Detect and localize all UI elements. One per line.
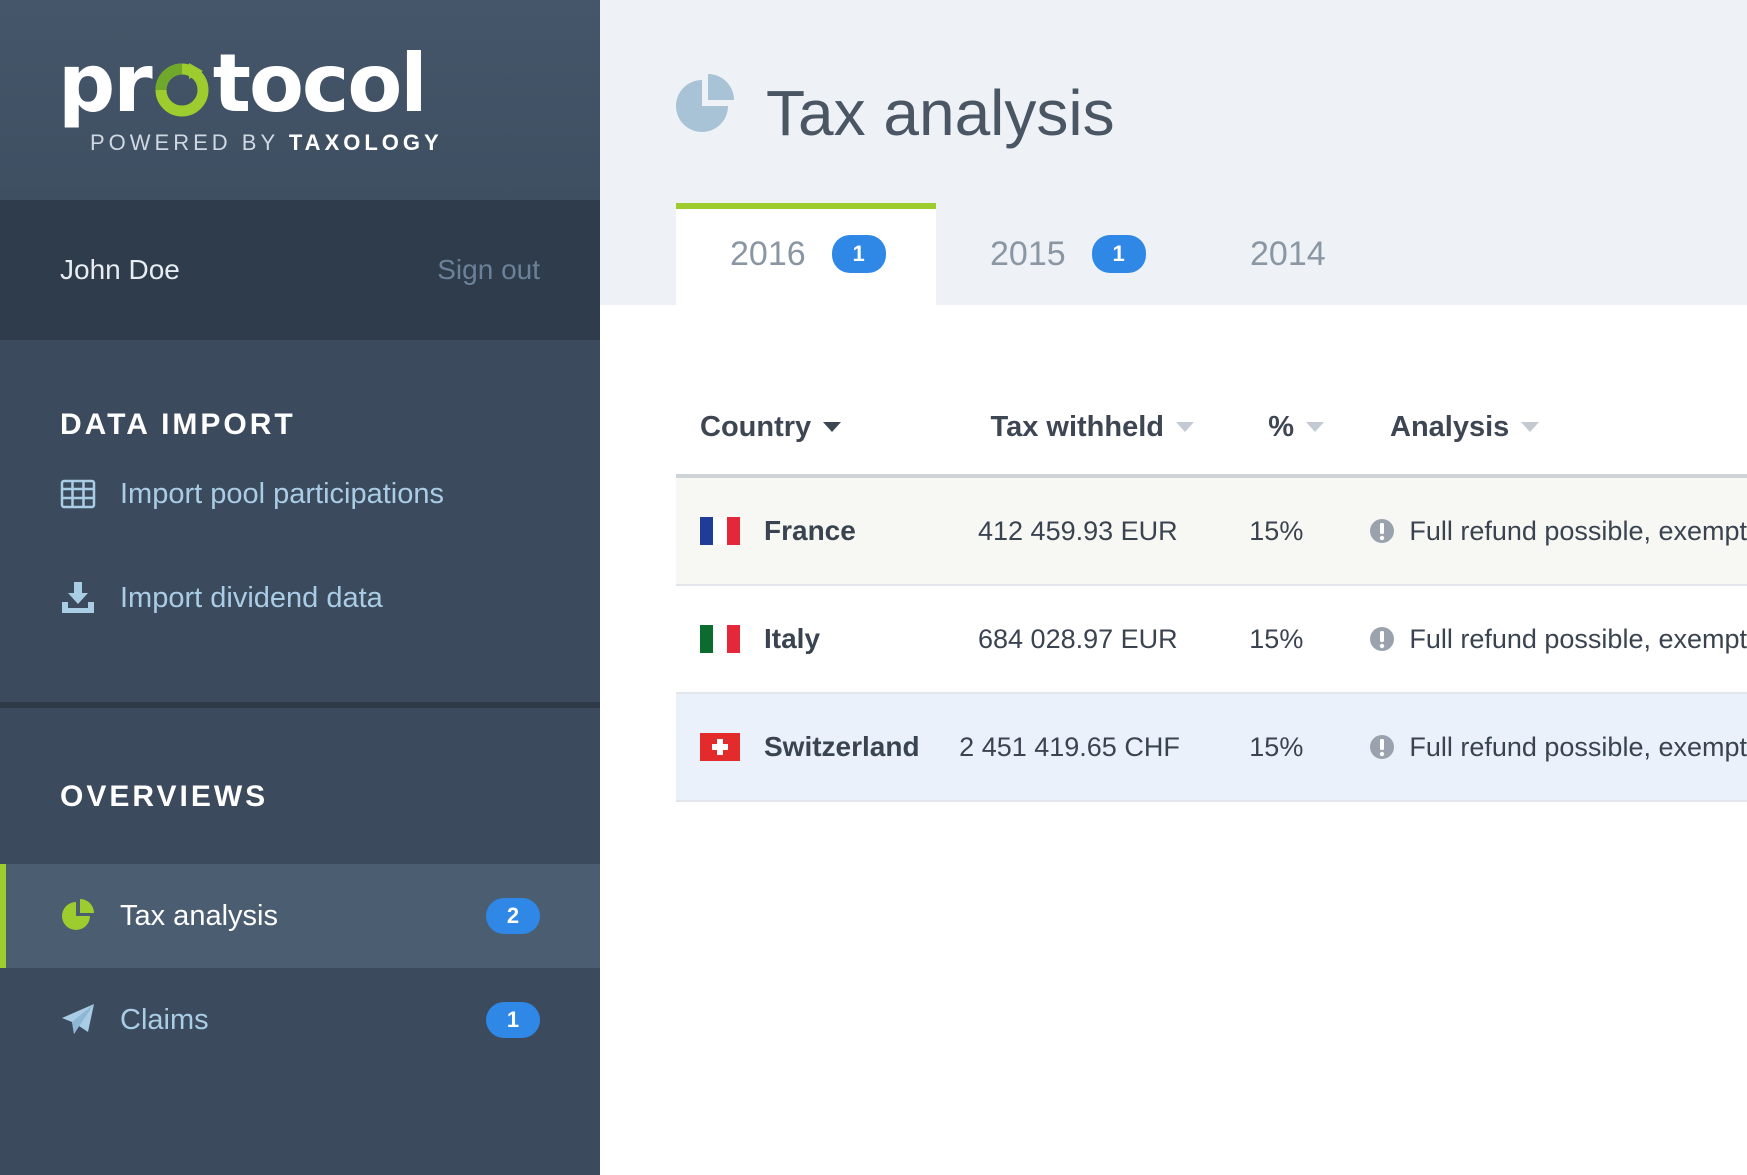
nav-label: Tax analysis xyxy=(120,899,278,932)
count-badge: 1 xyxy=(831,235,886,273)
country-name: Italy xyxy=(764,623,821,654)
cell-country: Switzerland xyxy=(676,731,970,763)
column-header-percent[interactable]: % xyxy=(1194,411,1334,444)
tab-label: 2015 xyxy=(990,234,1066,273)
sort-caret-icon xyxy=(1521,422,1540,432)
column-header-country[interactable]: Country xyxy=(676,411,984,444)
logo: pr tocol xyxy=(58,44,600,124)
brand[interactable]: pr tocol POWERED BY TAXOLOGY xyxy=(0,0,600,200)
cell-tax-withheld: 2 451 419.65 CHF xyxy=(959,731,1180,762)
exclamation-circle-icon xyxy=(1370,627,1395,651)
table-grid-icon xyxy=(60,479,96,509)
powered-by: POWERED BY TAXOLOGY xyxy=(90,130,443,155)
column-header-analysis[interactable]: Analysis xyxy=(1334,411,1747,444)
cell-analysis: Full refund possible, exempt xyxy=(1313,624,1747,655)
nav-label: Claims xyxy=(120,1003,209,1036)
tax-table: Country Tax withheld % Analysis France 4… xyxy=(676,380,1747,802)
main-content: Tax analysis 2016 1 2015 1 2014 Country xyxy=(600,0,1747,1175)
cell-analysis: Full refund possible, exempt xyxy=(1313,516,1747,547)
flag-france-icon xyxy=(700,517,740,545)
cell-country: France xyxy=(676,515,975,547)
nav-claims[interactable]: Claims 1 xyxy=(0,968,600,1072)
exclamation-circle-icon xyxy=(1370,735,1395,759)
analysis-text: Full refund possible, exempt xyxy=(1409,515,1747,546)
logo-ring-icon xyxy=(155,63,209,117)
table-header: Country Tax withheld % Analysis xyxy=(676,380,1747,478)
table-row[interactable]: France 412 459.93 EUR 15% Full refund po… xyxy=(676,478,1747,586)
user-name: John Doe xyxy=(60,254,180,285)
download-tray-icon xyxy=(62,582,94,613)
exclamation-circle-icon xyxy=(1370,519,1395,543)
nav-label: Import dividend data xyxy=(120,581,383,614)
sidebar: pr tocol POWERED BY TAXOLOGY John Doe Si… xyxy=(0,0,600,1175)
pie-chart-icon xyxy=(676,74,734,132)
section-data-import: DATA IMPORT Import pool participations I… xyxy=(0,340,600,708)
nav-label: Import pool participations xyxy=(120,477,444,510)
tab-2014[interactable]: 2014 xyxy=(1196,203,1456,305)
country-name: Switzerland xyxy=(764,731,920,762)
logo-text-pr: pr xyxy=(58,37,153,130)
tab-2015[interactable]: 2015 1 xyxy=(936,203,1196,305)
page-title: Tax analysis xyxy=(766,77,1115,149)
nav-import-pool-participations[interactable]: Import pool participations xyxy=(0,442,600,546)
cell-tax-withheld: 684 028.97 EUR xyxy=(978,623,1178,654)
cell-country: Italy xyxy=(676,623,975,655)
cell-tax-withheld: 412 459.93 EUR xyxy=(978,515,1178,546)
user-bar: John Doe Sign out xyxy=(0,200,600,340)
page-header: Tax analysis 2016 1 2015 1 2014 xyxy=(600,0,1747,305)
signout-link[interactable]: Sign out xyxy=(437,254,540,286)
cell-percent: 15% xyxy=(1249,731,1304,762)
sort-caret-icon xyxy=(823,422,842,432)
flag-italy-icon xyxy=(700,625,740,653)
year-tabs: 2016 1 2015 1 2014 xyxy=(676,203,1456,305)
analysis-text: Full refund possible, exempt xyxy=(1409,731,1747,762)
table-row[interactable]: Italy 684 028.97 EUR 15% Full refund pos… xyxy=(676,586,1747,694)
sort-caret-icon xyxy=(1306,422,1324,432)
nav-import-dividend-data[interactable]: Import dividend data xyxy=(0,546,600,650)
tab-label: 2016 xyxy=(730,234,806,273)
app-root: pr tocol POWERED BY TAXOLOGY John Doe Si… xyxy=(0,0,1747,1175)
paper-plane-icon xyxy=(62,1004,94,1034)
section-overviews: OVERVIEWS Tax analysis 2 Claims 1 xyxy=(0,708,600,1072)
section-title-data-import: DATA IMPORT xyxy=(60,408,296,441)
cell-percent: 15% xyxy=(1249,515,1304,546)
tab-label: 2014 xyxy=(1250,234,1326,273)
logo-text-tocol: tocol xyxy=(212,37,428,130)
nav-tax-analysis[interactable]: Tax analysis 2 xyxy=(0,864,600,968)
tab-2016[interactable]: 2016 1 xyxy=(676,203,936,305)
count-badge: 1 xyxy=(1091,235,1146,273)
table-row[interactable]: Switzerland 2 451 419.65 CHF 15% Full re… xyxy=(676,694,1747,802)
cell-percent: 15% xyxy=(1249,623,1304,654)
sort-caret-icon xyxy=(1176,422,1194,432)
count-badge: 2 xyxy=(486,898,540,934)
count-badge: 1 xyxy=(486,1002,540,1038)
column-header-tax-withheld[interactable]: Tax withheld xyxy=(984,411,1194,444)
flag-switzerland-icon xyxy=(700,733,740,761)
section-title-overviews: OVERVIEWS xyxy=(60,780,269,813)
analysis-text: Full refund possible, exempt xyxy=(1409,623,1747,654)
country-name: France xyxy=(764,515,856,546)
pie-chart-icon xyxy=(62,899,94,930)
cell-analysis: Full refund possible, exempt xyxy=(1313,732,1747,763)
